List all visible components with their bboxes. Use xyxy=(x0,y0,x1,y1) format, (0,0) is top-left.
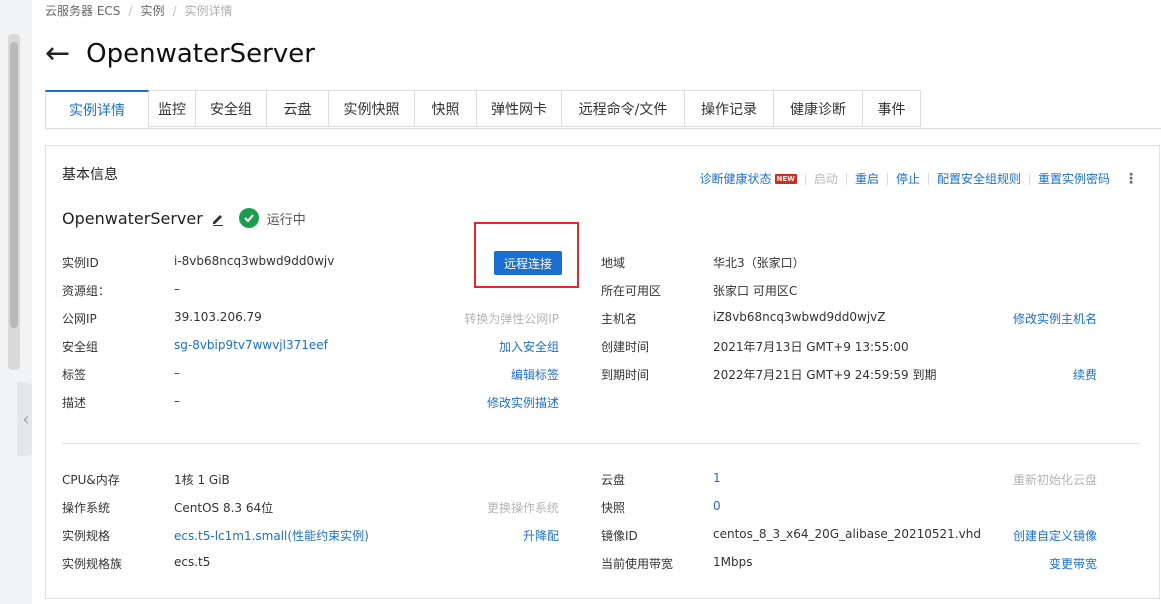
value-bandwidth: 1Mbps xyxy=(713,555,753,569)
basic-info-card: 基本信息 诊断健康状态 NEW 启动 重启 停止 配置安全组规则 重置实例密码 … xyxy=(45,145,1160,599)
stop-link[interactable]: 停止 xyxy=(896,170,920,187)
edit-description-link[interactable]: 修改实例描述 xyxy=(487,394,559,411)
divider xyxy=(927,172,929,185)
label-security-group: 安全组 xyxy=(62,340,99,354)
new-badge: NEW xyxy=(774,173,797,184)
value-instance-id: i-8vb68ncq3wbwd9dd0wjv xyxy=(174,254,335,268)
page-header: ← OpenwaterServer xyxy=(45,34,315,74)
more-icon[interactable]: ⋮ xyxy=(1124,171,1138,187)
label-description: 描述 xyxy=(62,396,87,410)
label-created: 创建时间 xyxy=(601,340,650,354)
status-text: 运行中 xyxy=(266,212,306,228)
value-os: CentOS 8.3 64位 xyxy=(174,501,274,515)
restart-link[interactable]: 重启 xyxy=(855,170,879,187)
instance-type-link[interactable]: ecs.t5-lc1m1.small(性能约束实例) xyxy=(174,527,369,544)
divider xyxy=(1028,172,1030,185)
chevron-left-icon: ‹ xyxy=(22,408,30,430)
start-link[interactable]: 启动 xyxy=(814,170,838,187)
edit-tags-link[interactable]: 编辑标签 xyxy=(511,366,559,383)
pencil-icon[interactable] xyxy=(211,211,225,226)
label-instance-id: 实例ID xyxy=(62,256,99,270)
label-region: 地域 xyxy=(601,256,626,270)
upgrade-downgrade-link[interactable]: 升降配 xyxy=(523,527,559,544)
label-public-ip: 公网IP xyxy=(62,312,97,326)
breadcrumb-separator: / xyxy=(172,4,177,18)
main-content: 云服务器 ECS / 实例 / 实例详情 ← OpenwaterServer 实例详情 … xyxy=(32,0,1161,604)
label-instance-family: 实例规格族 xyxy=(62,557,123,571)
config-security-group-link[interactable]: 配置安全组规则 xyxy=(937,170,1021,187)
value-public-ip: 39.103.206.79 xyxy=(174,310,262,324)
create-image-link[interactable]: 创建自定义镜像 xyxy=(1013,527,1097,544)
value-cpu-memory: 1核 1 GiB xyxy=(174,473,230,487)
tab-disks[interactable]: 云盘 xyxy=(267,90,329,127)
breadcrumb-current: 实例详情 xyxy=(184,4,233,18)
tab-events[interactable]: 事件 xyxy=(863,90,921,127)
tab-instance-snapshots[interactable]: 实例快照 xyxy=(329,90,415,127)
renew-link[interactable]: 续费 xyxy=(1073,366,1097,383)
value-description: – xyxy=(174,394,180,408)
value-tags: – xyxy=(174,366,180,380)
value-expires: 2022年7月21日 GMT+9 24:59:59 到期 xyxy=(713,368,937,382)
label-disk: 云盘 xyxy=(601,473,626,487)
label-cpu-memory: CPU&内存 xyxy=(62,473,120,487)
diagnose-health-link[interactable]: 诊断健康状态 xyxy=(700,170,772,187)
join-security-group-link[interactable]: 加入安全组 xyxy=(499,338,559,355)
convert-eip-link[interactable]: 转换为弹性公网IP xyxy=(464,310,559,327)
reset-password-link[interactable]: 重置实例密码 xyxy=(1038,170,1110,187)
label-tags: 标签 xyxy=(62,368,87,382)
label-zone: 所在可用区 xyxy=(601,284,662,298)
breadcrumb-separator: / xyxy=(128,4,133,18)
label-expires: 到期时间 xyxy=(601,368,650,382)
reinit-disk-link[interactable]: 重新初始化云盘 xyxy=(1013,471,1097,488)
card-title: 基本信息 xyxy=(62,167,118,183)
value-resource-group: – xyxy=(174,282,180,296)
instance-name: OpenwaterServer xyxy=(62,208,203,228)
edit-hostname-link[interactable]: 修改实例主机名 xyxy=(1013,310,1097,327)
tab-bar: 实例详情 监控 安全组 云盘 实例快照 快照 弹性网卡 远程命令/文件 操作记录… xyxy=(45,90,1161,129)
value-image-id: centos_8_3_x64_20G_alibase_20210521.vhd xyxy=(713,527,981,541)
value-created: 2021年7月13日 GMT+9 13:55:00 xyxy=(713,340,909,354)
tab-snapshots[interactable]: 快照 xyxy=(415,90,477,127)
value-hostname: iZ8vb68ncq3wbwd9dd0wjvZ xyxy=(713,310,886,324)
tab-security-group[interactable]: 安全组 xyxy=(196,90,267,127)
snapshot-count-link[interactable]: 0 xyxy=(713,499,721,513)
change-bandwidth-link[interactable]: 变更带宽 xyxy=(1049,555,1097,572)
tab-eni[interactable]: 弹性网卡 xyxy=(477,90,562,127)
tab-monitoring[interactable]: 监控 xyxy=(149,90,196,127)
remote-connect-button[interactable]: 远程连接 xyxy=(494,251,562,275)
label-instance-type: 实例规格 xyxy=(62,529,111,543)
action-bar: 诊断健康状态 NEW 启动 重启 停止 配置安全组规则 重置实例密码 ⋮ xyxy=(700,170,1138,187)
page-title: OpenwaterServer xyxy=(86,39,315,69)
breadcrumb-ecs[interactable]: 云服务器 ECS xyxy=(45,4,120,18)
instance-name-row: OpenwaterServer 运行中 xyxy=(62,208,306,228)
arrow-left-icon[interactable]: ← xyxy=(45,39,70,69)
label-snapshot: 快照 xyxy=(601,501,626,515)
change-os-link[interactable]: 更换操作系统 xyxy=(487,499,559,516)
divider xyxy=(845,172,847,185)
tab-health-diagnosis[interactable]: 健康诊断 xyxy=(774,90,863,127)
section-divider xyxy=(62,443,1140,444)
scrollbar-thumb[interactable] xyxy=(10,42,18,328)
check-circle-icon xyxy=(238,208,259,228)
value-instance-family: ecs.t5 xyxy=(174,555,211,569)
breadcrumb-instances[interactable]: 实例 xyxy=(140,4,164,18)
divider xyxy=(886,172,888,185)
label-image-id: 镜像ID xyxy=(601,529,638,543)
tab-operation-logs[interactable]: 操作记录 xyxy=(685,90,774,127)
divider xyxy=(804,172,806,185)
label-bandwidth: 当前使用带宽 xyxy=(601,557,674,571)
value-zone: 张家口 可用区C xyxy=(713,284,798,298)
tab-instance-details[interactable]: 实例详情 xyxy=(45,90,149,128)
label-os: 操作系统 xyxy=(62,501,111,515)
disk-count-link[interactable]: 1 xyxy=(713,471,721,485)
label-resource-group: 资源组： xyxy=(62,284,111,298)
tab-remote-commands[interactable]: 远程命令/文件 xyxy=(562,90,685,127)
label-hostname: 主机名 xyxy=(601,312,638,326)
security-group-link[interactable]: sg-8vbip9tv7wwvjl371eef xyxy=(174,338,328,352)
breadcrumb: 云服务器 ECS / 实例 / 实例详情 xyxy=(45,2,233,19)
value-region: 华北3（张家口） xyxy=(713,256,805,270)
